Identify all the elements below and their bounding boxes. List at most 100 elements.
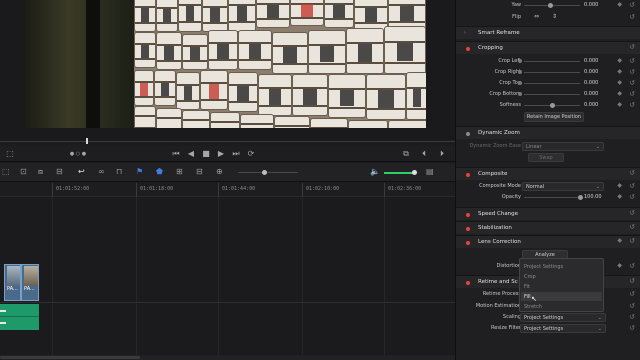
smart-reframe-section[interactable]: › Smart Reframe bbox=[456, 26, 640, 39]
reset-icon[interactable]: ↺ bbox=[629, 290, 635, 298]
menu-item-fit[interactable]: Fit bbox=[524, 284, 530, 290]
timeline-scrollbar[interactable] bbox=[0, 355, 455, 360]
enable-dot-icon[interactable] bbox=[466, 212, 470, 217]
zoom-custom-icon[interactable]: ⊕ bbox=[216, 166, 223, 178]
timeline-ruler[interactable]: 01:01:52:00 01:01:18:00 01:01:44:00 01:0… bbox=[0, 183, 455, 197]
snapping-icon[interactable]: ↩ bbox=[78, 166, 85, 178]
crop-top-value[interactable]: 0.000 bbox=[584, 80, 598, 86]
prev-edit-icon[interactable]: ⏴ bbox=[418, 148, 430, 160]
scaling-select[interactable]: Project Settings ⌄ bbox=[520, 313, 606, 322]
dynamic-zoom-ease-select[interactable]: Linear ⌄ bbox=[522, 142, 604, 151]
dynamic-zoom-section[interactable]: Dynamic Zoom bbox=[456, 126, 640, 139]
lock-icon[interactable]: ⊓ bbox=[116, 166, 122, 178]
marker-icon[interactable]: ⬟ bbox=[156, 166, 163, 178]
stop-button[interactable]: ■ bbox=[200, 148, 212, 160]
zoom-full-icon[interactable]: ⊞ bbox=[176, 166, 183, 178]
reset-icon[interactable]: ↺ bbox=[629, 237, 635, 245]
reset-icon[interactable]: ↺ bbox=[629, 277, 635, 285]
enable-dot-icon[interactable] bbox=[466, 280, 470, 285]
reset-icon[interactable]: ↺ bbox=[629, 209, 635, 217]
keyframe-icon[interactable]: ◆ bbox=[617, 90, 622, 97]
yaw-slider[interactable] bbox=[524, 3, 580, 8]
enable-dot-icon[interactable] bbox=[466, 46, 470, 51]
flip-horizontal-icon[interactable]: ⇔ bbox=[534, 13, 539, 20]
menu-item-crop[interactable]: Crop bbox=[524, 274, 536, 280]
flag-icon[interactable]: ⚑ bbox=[136, 166, 143, 178]
keyframe-icon[interactable]: ◆ bbox=[617, 237, 622, 244]
video-clip[interactable]: PA... bbox=[4, 264, 21, 301]
flip-vertical-icon[interactable]: ⇕ bbox=[552, 13, 557, 20]
reset-icon[interactable]: ↺ bbox=[629, 193, 635, 201]
retain-image-position-button[interactable]: Retain Image Position bbox=[524, 112, 584, 122]
enable-dot-icon[interactable] bbox=[466, 131, 470, 136]
reset-icon[interactable]: ↺ bbox=[629, 262, 635, 270]
reset-icon[interactable]: ↺ bbox=[629, 57, 635, 65]
softness-value[interactable]: 0.000 bbox=[584, 102, 598, 108]
video-clip[interactable]: PA... bbox=[21, 264, 39, 301]
crop-bottom-value[interactable]: 0.000 bbox=[584, 91, 598, 97]
go-to-end-button[interactable]: ⏭ bbox=[230, 148, 242, 160]
reset-icon[interactable]: ↺ bbox=[629, 313, 635, 321]
reset-icon[interactable]: ↺ bbox=[629, 79, 635, 87]
reset-icon[interactable]: ↺ bbox=[629, 13, 635, 21]
menu-item-project-settings[interactable]: Project Settings bbox=[524, 264, 563, 270]
next-edit-icon[interactable]: ⏵ bbox=[436, 148, 448, 160]
link-icon[interactable]: ∞ bbox=[98, 166, 105, 178]
reset-icon[interactable]: ↺ bbox=[629, 324, 635, 332]
zoom-detail-icon[interactable]: ⊟ bbox=[196, 166, 203, 178]
speed-change-section[interactable]: Speed Change ↺ bbox=[456, 207, 640, 220]
audio-icon[interactable]: 🔈 bbox=[370, 166, 380, 178]
crop-left-value[interactable]: 0.000 bbox=[584, 58, 598, 64]
reset-icon[interactable]: ↺ bbox=[629, 223, 635, 231]
reset-icon[interactable]: ↺ bbox=[629, 302, 635, 310]
enable-dot-icon[interactable] bbox=[466, 226, 470, 231]
zoom-slider[interactable] bbox=[238, 170, 298, 175]
match-frame-icon[interactable]: ⧉ bbox=[400, 148, 412, 160]
video-frame[interactable] bbox=[24, 0, 426, 128]
reset-icon[interactable]: ↺ bbox=[629, 182, 635, 190]
keyframe-icon[interactable]: ◆ bbox=[617, 262, 622, 269]
keyframe-icon[interactable]: ◆ bbox=[617, 57, 622, 64]
audio-clip[interactable] bbox=[0, 304, 39, 330]
enable-dot-icon[interactable] bbox=[466, 172, 470, 177]
reset-icon[interactable]: ↺ bbox=[629, 101, 635, 109]
loop-button[interactable]: ⟳ bbox=[245, 148, 257, 160]
keyframe-icon[interactable]: ◆ bbox=[617, 101, 622, 108]
crop-top-slider[interactable] bbox=[524, 83, 580, 84]
keyframe-icon[interactable]: ◆ bbox=[617, 193, 622, 200]
softness-slider[interactable] bbox=[524, 103, 580, 108]
keyframe-icon[interactable]: ◆ bbox=[617, 79, 622, 86]
keyframe-icon[interactable]: ◆ bbox=[617, 1, 622, 8]
go-to-start-button[interactable]: ⏮ bbox=[170, 148, 182, 160]
composite-mode-select[interactable]: Normal ⌄ bbox=[522, 182, 604, 191]
cropping-section[interactable]: Cropping ↺ bbox=[456, 41, 640, 54]
opacity-value[interactable]: 100.00 bbox=[584, 194, 602, 200]
reset-icon[interactable]: ↺ bbox=[629, 90, 635, 98]
yaw-value[interactable]: 0.000 bbox=[584, 2, 598, 8]
keyframe-icon[interactable]: ◆ bbox=[617, 68, 622, 75]
menu-item-fill[interactable]: Fill bbox=[524, 294, 531, 300]
timeline-tracks[interactable]: PA... PA... bbox=[0, 197, 455, 360]
play-reverse-button[interactable]: ◀ bbox=[185, 148, 197, 160]
lens-correction-section[interactable]: Lens Correction ◆ ↺ bbox=[456, 235, 640, 248]
crop-left-slider[interactable] bbox=[524, 61, 580, 62]
reset-icon[interactable]: ↺ bbox=[629, 169, 635, 177]
play-button[interactable]: ▶ bbox=[215, 148, 227, 160]
crop-right-slider[interactable] bbox=[524, 72, 580, 73]
stabilization-section[interactable]: Stabilization ↺ bbox=[456, 221, 640, 234]
crop-right-value[interactable]: 0.000 bbox=[584, 69, 598, 75]
reset-icon[interactable]: ↺ bbox=[629, 1, 635, 9]
select-tool-icon[interactable]: ⬚ bbox=[2, 166, 10, 178]
blade-tool-icon[interactable]: ⊟ bbox=[56, 166, 63, 178]
audio-meter-icon[interactable]: ▤ bbox=[426, 166, 434, 178]
keyframe-icon[interactable]: ◆ bbox=[617, 182, 622, 189]
composite-section[interactable]: Composite ↺ bbox=[456, 167, 640, 180]
audio-level-slider[interactable] bbox=[384, 170, 417, 175]
swap-button[interactable]: Swap bbox=[528, 153, 564, 162]
reset-icon[interactable]: ↺ bbox=[629, 68, 635, 76]
menu-item-stretch[interactable]: Stretch bbox=[524, 304, 542, 310]
playhead-marker[interactable] bbox=[86, 138, 88, 144]
trim-tool-icon[interactable]: ⊡ bbox=[20, 166, 27, 178]
scrub-bar[interactable] bbox=[0, 138, 455, 144]
dynamic-trim-icon[interactable]: ⧈ bbox=[38, 166, 43, 178]
